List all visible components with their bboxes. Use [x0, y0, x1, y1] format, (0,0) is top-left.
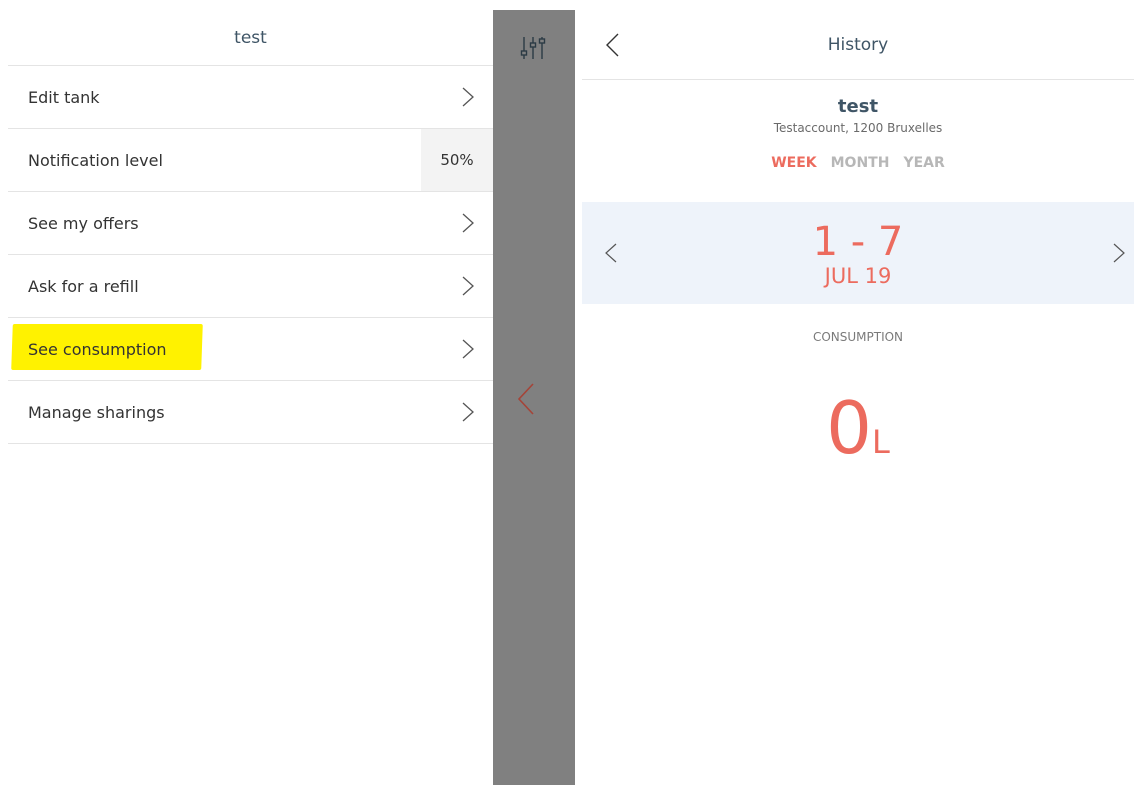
- menu-item-label: See my offers: [28, 213, 139, 233]
- menu-item-ask-for-refill[interactable]: Ask for a refill: [8, 255, 493, 318]
- history-panel: History test Testaccount, 1200 Bruxelles…: [582, 10, 1134, 785]
- menu-item-manage-sharings[interactable]: Manage sharings: [8, 381, 493, 444]
- chevron-right-icon: [461, 275, 475, 297]
- tab-week[interactable]: WEEK: [771, 155, 816, 171]
- next-period-chevron-right-icon[interactable]: [1112, 242, 1126, 264]
- menu-item-see-my-offers[interactable]: See my offers: [8, 192, 493, 255]
- tank-menu-panel: test Edit tank Notification level 50% Se…: [8, 10, 493, 785]
- chevron-right-icon: [461, 401, 475, 423]
- chevron-right-icon: [461, 86, 475, 108]
- menu-item-label: Manage sharings: [28, 402, 165, 422]
- menu-item-see-consumption[interactable]: See consumption: [8, 318, 493, 381]
- back-chevron-left-icon[interactable]: [604, 32, 620, 58]
- tank-name: test: [837, 96, 879, 117]
- tab-year[interactable]: YEAR: [903, 155, 944, 171]
- panel-divider-strip: [493, 10, 575, 785]
- chevron-right-icon: [461, 212, 475, 234]
- filter-sliders-icon[interactable]: [519, 34, 547, 62]
- chevron-right-icon: [461, 338, 475, 360]
- consumption-unit: L: [871, 423, 890, 461]
- menu-item-label: See consumption: [28, 339, 167, 359]
- menu-item-label: Edit tank: [28, 87, 100, 107]
- history-header: History: [582, 10, 1134, 80]
- date-navigator: 1 - 7 JUL 19: [582, 202, 1134, 304]
- period-tabs: WEEK MONTH YEAR: [582, 155, 1134, 171]
- tank-title: test: [234, 27, 267, 48]
- date-range: 1 - 7: [812, 219, 904, 265]
- chevron-left-icon[interactable]: [516, 382, 536, 416]
- menu-item-label: Ask for a refill: [28, 276, 139, 296]
- page-title: History: [827, 34, 889, 55]
- consumption-label: CONSUMPTION: [812, 330, 904, 344]
- date-month: JUL 19: [824, 264, 892, 288]
- menu-header: test: [8, 10, 493, 66]
- menu-item-edit-tank[interactable]: Edit tank: [8, 66, 493, 129]
- notification-level-value[interactable]: 50%: [421, 129, 493, 191]
- consumption-value: 0L: [582, 388, 1134, 468]
- tab-month[interactable]: MONTH: [831, 155, 890, 171]
- menu-item-notification-level[interactable]: Notification level 50%: [8, 129, 493, 192]
- consumption-number: 0: [826, 386, 872, 470]
- tank-address: Testaccount, 1200 Bruxelles: [773, 121, 943, 135]
- notification-level-text: 50%: [440, 151, 474, 169]
- menu-item-label: Notification level: [28, 150, 163, 170]
